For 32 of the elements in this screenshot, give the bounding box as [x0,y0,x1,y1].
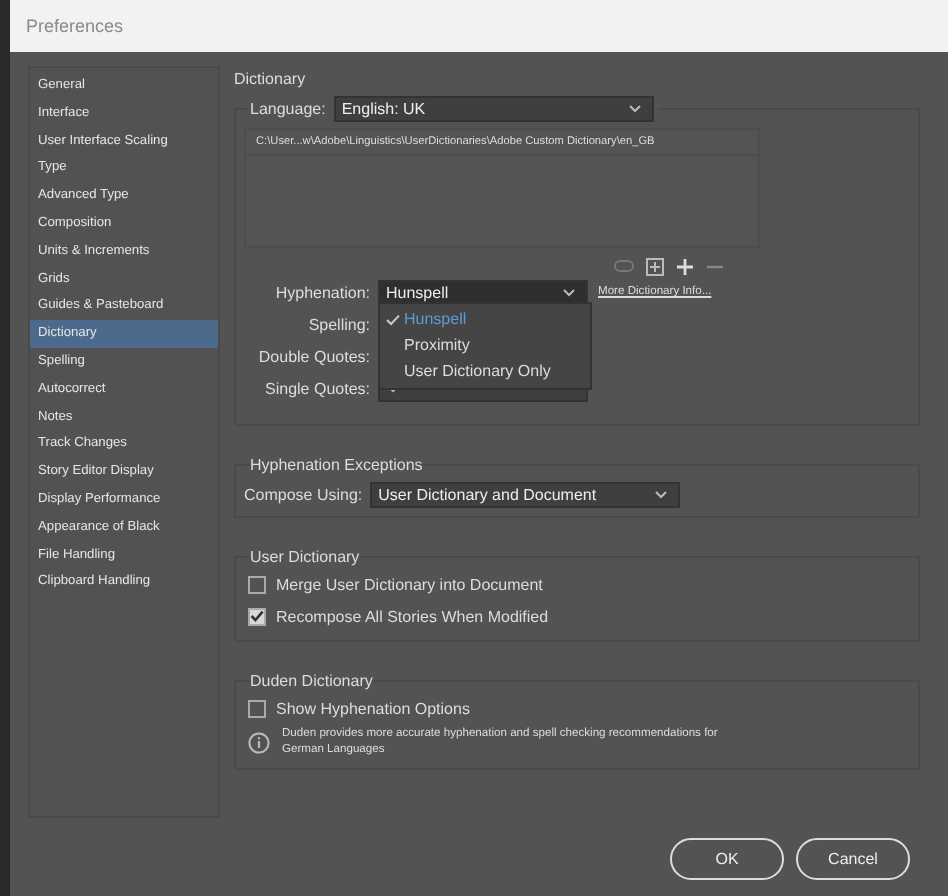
language-dropdown[interactable]: English: UK [333,96,654,122]
new-icon[interactable] [646,257,664,275]
hyphenation-label: Hyphenation: [273,283,370,301]
hyphenation-dropdown[interactable]: Hunspell [378,279,588,305]
menu-item[interactable]: User Dictionary Only [380,358,590,384]
window-title: Preferences [26,16,124,36]
info-icon [248,732,270,755]
caret-icon [562,287,576,297]
compose-label: Compose Using: [244,485,363,503]
cancel-button[interactable]: Cancel [796,838,910,880]
link-icon[interactable] [614,260,634,272]
field-label: Double Quotes: [256,347,370,365]
field-label: Spelling: [306,315,370,333]
field-label: Single Quotes: [263,379,370,397]
checkbox[interactable] [248,699,266,717]
checkbox-label: Show Hyphenation Options [276,699,470,717]
caret-icon [627,104,642,114]
checkbox[interactable] [248,575,266,593]
checkbox-label: Merge User Dictionary into Document [276,575,543,593]
checkbox[interactable] [248,607,266,625]
plus-icon[interactable] [676,257,694,275]
ok-button[interactable]: OK [670,838,784,880]
section-title: User Dictionary [250,548,360,566]
checkbox-label: Recompose All Stories When Modified [276,607,549,625]
menu-item[interactable]: Proximity [380,332,590,358]
section-title: Duden Dictionary [250,672,373,690]
panel-title: Dictionary [234,70,308,88]
compose-dropdown[interactable]: User Dictionary and Document [370,481,681,507]
language-label: Language: [250,100,326,118]
section-title: Hyphenation Exceptions [250,456,423,474]
check-icon [385,313,399,325]
caret-icon [654,489,669,499]
